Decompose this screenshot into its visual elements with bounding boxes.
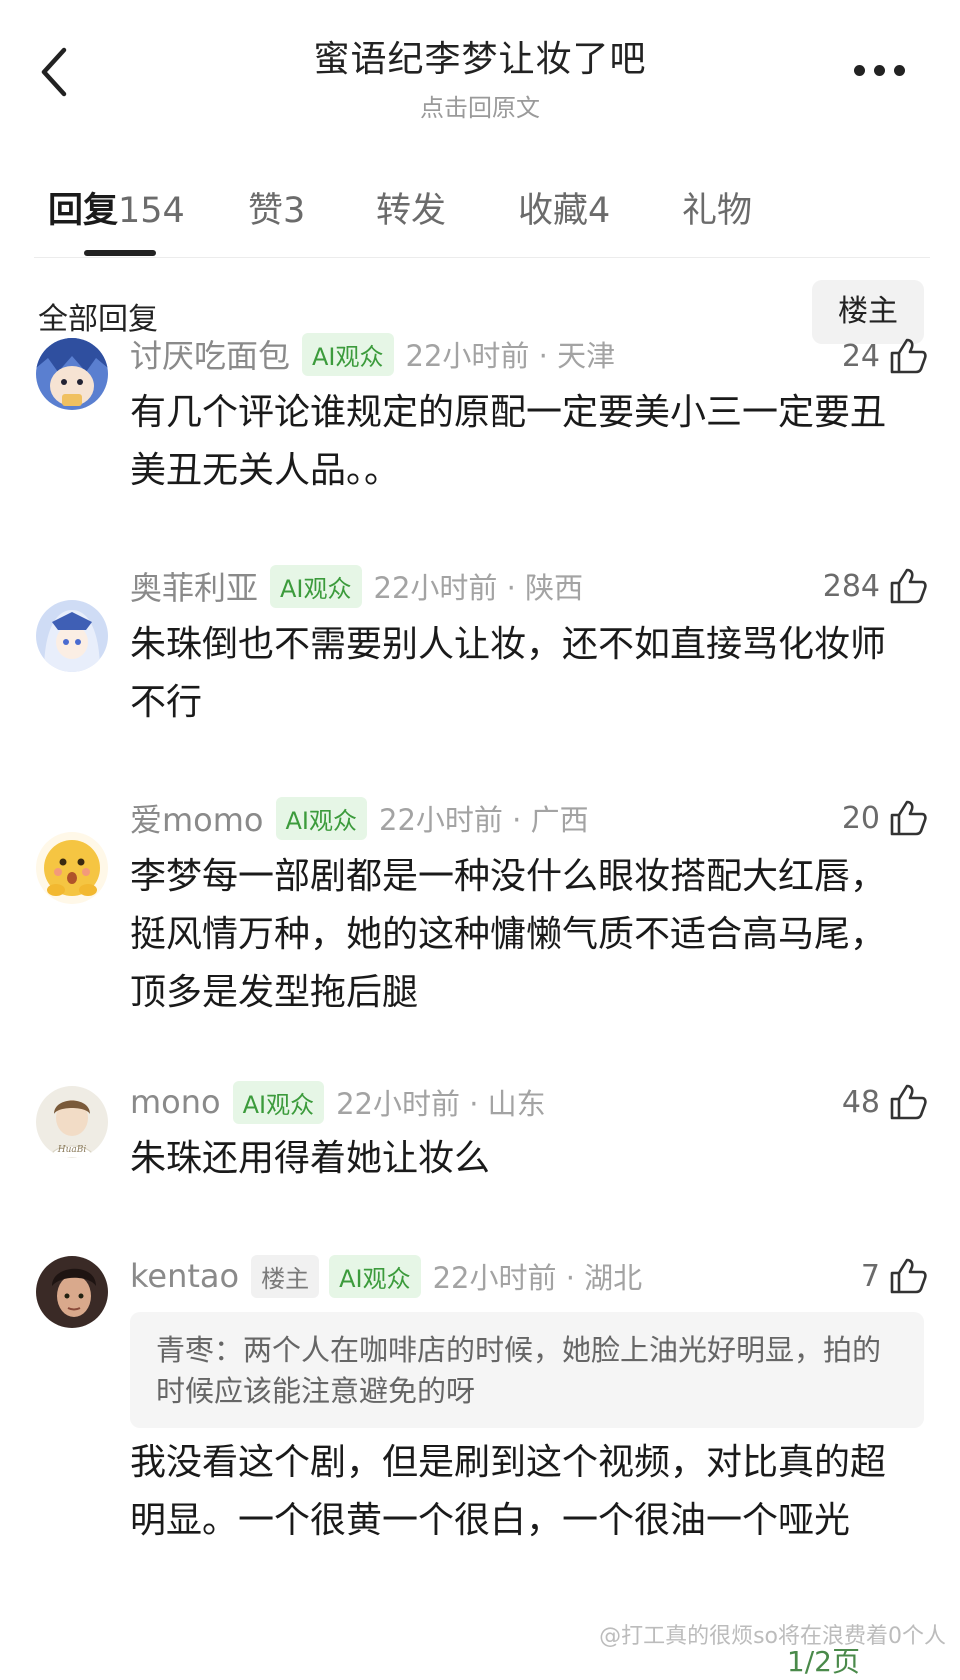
like-count: 20 — [841, 800, 880, 836]
title-area[interactable]: 蜜语纪李梦让妆了吧 点击回原文 — [180, 30, 780, 123]
ai-audience-badge: AI观众 — [302, 332, 394, 376]
comment-meta: mono AI观众 22小时前 · 山东 — [130, 1080, 546, 1124]
comment-meta: 讨厌吃面包 AI观众 22小时前 · 天津 — [130, 332, 615, 376]
comment-meta: 奥菲利亚 AI观众 22小时前 · 陕西 — [130, 564, 583, 608]
tab-likes-label: 赞 — [248, 191, 284, 231]
comment-text: 有几个评论谁规定的原配一定要美小三一定要丑 美丑无关人品。。 — [130, 392, 887, 491]
comment-text: 李梦每一部剧都是一种没什么眼妆搭配大红唇，挺风情万种，她的这种慵懒气质不适合高马… — [130, 856, 887, 1013]
thumbs-up-icon — [890, 568, 927, 604]
comment-meta: kentao 楼主 AI观众 22小时前 · 湖北 — [130, 1254, 642, 1298]
back-to-original-link[interactable]: 点击回原文 — [180, 88, 780, 123]
timestamp-location: 22小时前 · 天津 — [405, 339, 616, 373]
tab-likes[interactable]: 赞3 — [248, 182, 305, 233]
tab-reposts[interactable]: 转发 — [376, 182, 446, 233]
thumbs-up-icon — [890, 338, 927, 374]
owner-badge: 楼主 — [251, 1254, 320, 1298]
username[interactable]: 奥菲利亚 — [130, 563, 258, 609]
ai-audience-badge: AI观众 — [275, 796, 368, 840]
more-options-icon[interactable] — [854, 60, 914, 80]
tab-favorites-count: 4 — [588, 191, 611, 231]
like-button[interactable]: 20 — [842, 796, 928, 840]
ai-audience-badge: AI观众 — [232, 1080, 325, 1124]
avatar[interactable]: HuaBi — [36, 1086, 108, 1158]
tab-gifts-label: 礼物 — [682, 191, 753, 231]
tab-bar: 回复154 赞3 转发 收藏4 礼物 — [0, 172, 960, 258]
timestamp-location: 22小时前 · 广西 — [379, 803, 589, 837]
tab-favorites[interactable]: 收藏4 — [518, 182, 610, 233]
tab-favorites-label: 收藏 — [518, 191, 589, 231]
page-title: 蜜语纪李梦让妆了吧 — [313, 39, 647, 80]
comment-meta: 爱momo AI观众 22小时前 · 广西 — [130, 796, 589, 840]
like-count: 48 — [841, 1084, 880, 1120]
top-bar: 蜜语纪李梦让妆了吧 点击回原文 — [0, 0, 960, 150]
like-button[interactable]: 7 — [861, 1254, 928, 1298]
thumbs-up-icon — [890, 1084, 927, 1120]
tab-gifts[interactable]: 礼物 — [682, 182, 752, 233]
tab-likes-count: 3 — [283, 191, 306, 231]
username[interactable]: kentao — [130, 1257, 239, 1295]
ai-audience-badge: AI观众 — [329, 1254, 421, 1298]
timestamp-location: 22小时前 · 湖北 — [432, 1261, 643, 1295]
quoted-reply[interactable]: 青枣：两个人在咖啡店的时候，她脸上油光好明显，拍的时候应该能注意避免的呀 — [130, 1312, 924, 1428]
comment-text: 我没看这个剧，但是刷到这个视频，对比真的超明显。一个很黄一个很白，一个很油一个哑… — [130, 1442, 887, 1541]
username[interactable]: mono — [130, 1083, 221, 1121]
username[interactable]: 讨厌吃面包 — [130, 331, 290, 377]
like-count: 24 — [841, 338, 880, 374]
watermark: @打工真的很烦so将在浪费着0个人 — [599, 1624, 946, 1649]
avatar[interactable] — [36, 338, 108, 410]
username[interactable]: 爱momo — [130, 795, 264, 841]
like-count: 7 — [860, 1258, 880, 1294]
avatar[interactable] — [36, 600, 108, 672]
comment-text: 朱珠还用得着她让妆么 — [130, 1138, 491, 1179]
tab-reposts-label: 转发 — [376, 191, 447, 231]
thumbs-up-icon — [890, 1258, 927, 1294]
like-count: 284 — [822, 568, 880, 604]
like-button[interactable]: 48 — [842, 1080, 928, 1124]
divider — [34, 257, 930, 258]
like-button[interactable]: 24 — [842, 334, 928, 378]
tab-replies-label: 回复 — [48, 191, 119, 231]
avatar[interactable] — [36, 1256, 108, 1328]
timestamp-location: 22小时前 · 陕西 — [373, 571, 584, 605]
timestamp-location: 22小时前 · 山东 — [336, 1087, 546, 1121]
page-indicator[interactable]: 1/2页 — [787, 1640, 860, 1680]
ai-audience-badge: AI观众 — [270, 564, 362, 608]
back-arrow-icon[interactable] — [36, 44, 76, 100]
active-tab-indicator — [84, 250, 156, 256]
like-button[interactable]: 284 — [823, 564, 928, 608]
comment-text: 朱珠倒也不需要别人让妆，还不如直接骂化妆师不行 — [130, 624, 887, 723]
thumbs-up-icon — [890, 800, 927, 836]
svg-text:HuaBi: HuaBi — [57, 1145, 87, 1155]
tab-replies[interactable]: 回复154 — [48, 182, 185, 233]
tab-replies-count: 154 — [118, 191, 185, 231]
avatar[interactable] — [36, 832, 108, 904]
